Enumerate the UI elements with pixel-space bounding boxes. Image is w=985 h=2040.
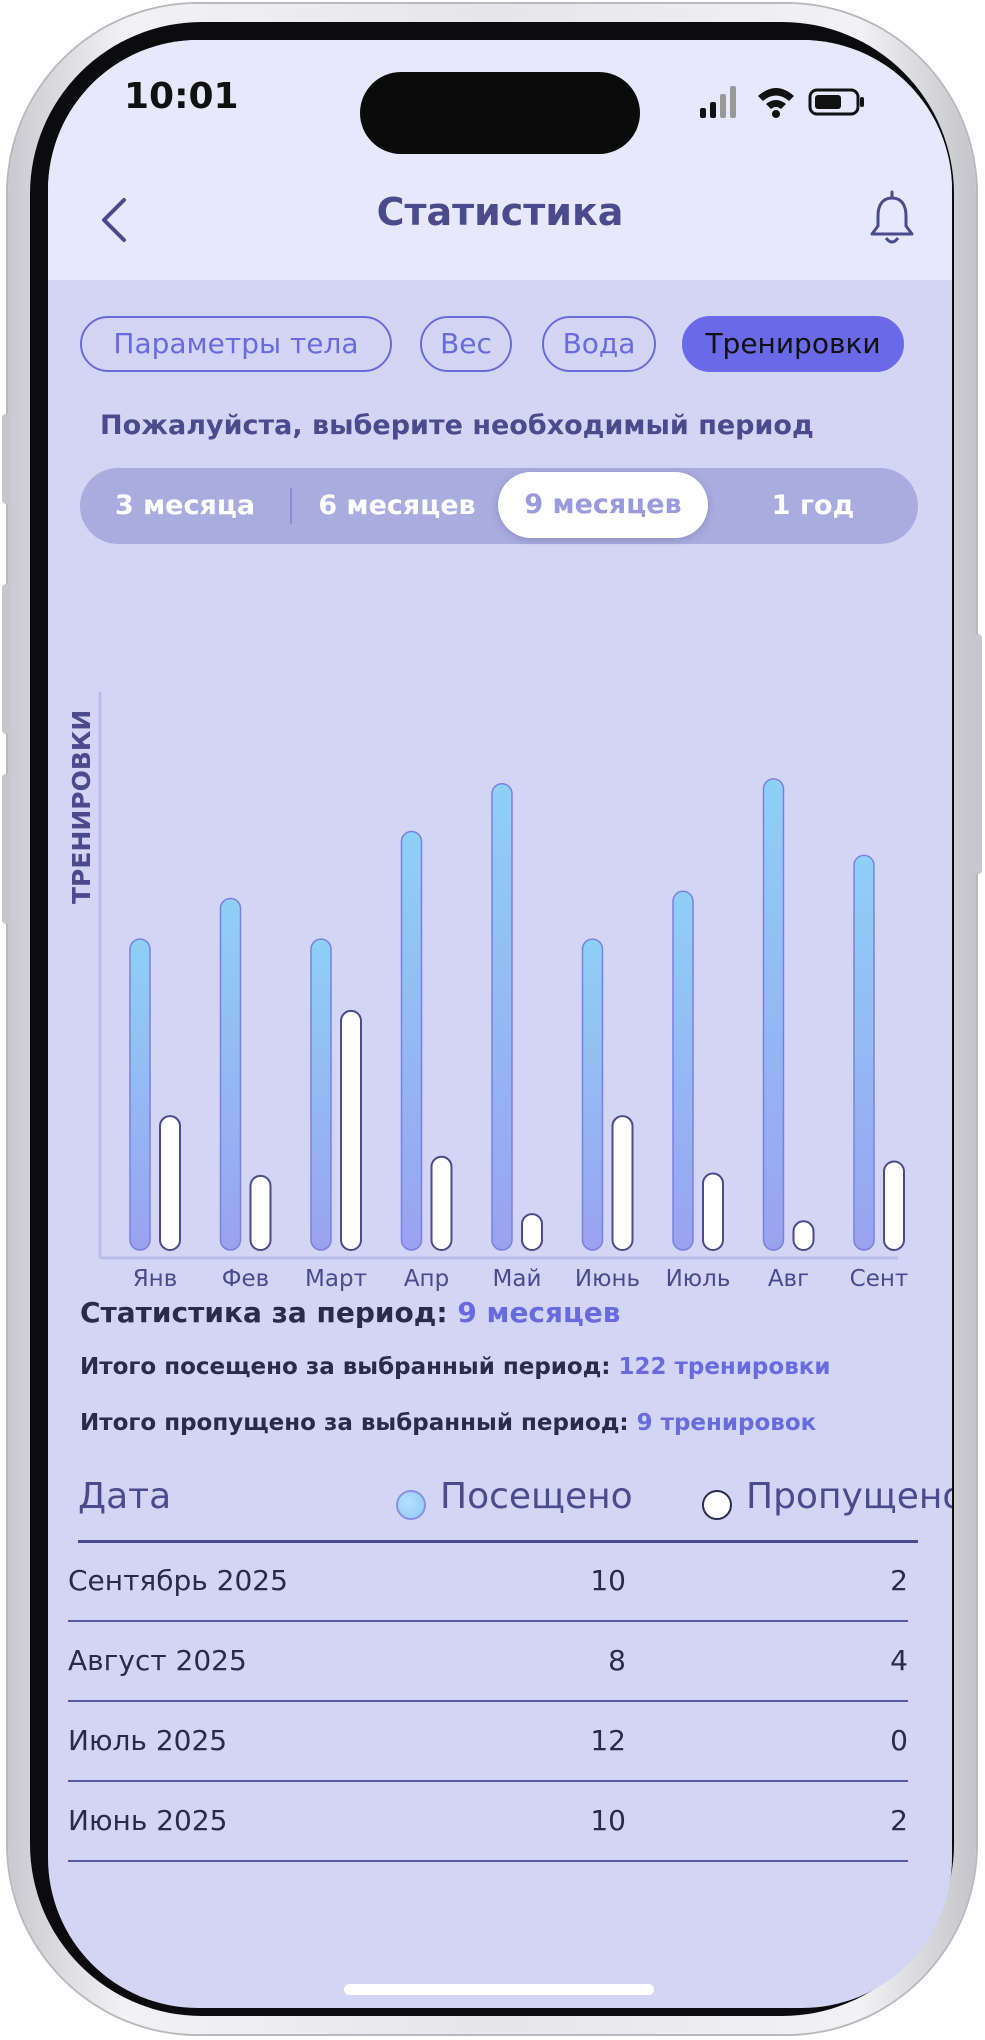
missed-bar-3 <box>430 1155 453 1252</box>
x-tick-label: Июль <box>666 1266 731 1292</box>
action-button <box>2 414 10 504</box>
summary-period: Статистика за период: 9 месяцев <box>80 1296 620 1329</box>
x-tick-label: Май <box>493 1266 542 1292</box>
volume-down-button <box>2 774 10 924</box>
missed-bar-7 <box>792 1220 815 1251</box>
app-header: 10:01 Статистика <box>48 40 952 280</box>
bars-group <box>129 778 905 1252</box>
missed-legend-icon <box>702 1490 732 1520</box>
header-missed: Пропущено <box>746 1476 952 1517</box>
missed-bar-1 <box>249 1174 272 1251</box>
table-row: Сентябрь 2025 10 2 <box>68 1542 908 1620</box>
summary-visited-label: Итого посещено за выбранный период: <box>80 1354 611 1380</box>
visited-legend-icon <box>396 1490 426 1520</box>
header-visited: Посещено <box>440 1476 633 1517</box>
period-1-year[interactable]: 1 год <box>708 468 918 544</box>
summary-missed-label: Итого пропущено за выбранный период: <box>80 1410 629 1436</box>
row-missed: 2 <box>890 1564 908 1597</box>
period-prompt: Пожалуйста, выберите необходимый период <box>100 410 814 441</box>
visited-bar-0 <box>129 938 151 1251</box>
table-header: Дата Посещено Пропущено <box>78 1476 952 1536</box>
missed-bar-5 <box>611 1115 634 1251</box>
row-visited: 10 <box>590 1804 626 1837</box>
summary-period-value: 9 месяцев <box>457 1296 621 1329</box>
x-tick-label: Сент <box>850 1266 909 1292</box>
table-row: Июль 2025 12 0 <box>68 1702 908 1780</box>
x-tick-label: Янв <box>133 1266 178 1292</box>
missed-bar-6 <box>702 1172 724 1252</box>
visited-bar-5 <box>581 938 604 1251</box>
wifi-icon <box>758 88 794 118</box>
visited-bar-6 <box>672 890 694 1251</box>
x-tick-label: Апр <box>404 1266 449 1292</box>
summary-period-label: Статистика за период: <box>80 1296 448 1329</box>
power-button <box>974 634 982 874</box>
x-tick-label: Фев <box>222 1266 270 1292</box>
period-6-months[interactable]: 6 месяцев <box>292 468 502 544</box>
header-date: Дата <box>78 1476 172 1517</box>
missed-bar-2 <box>340 1009 362 1251</box>
summary-visited: Итого посещено за выбранный период: 122 … <box>80 1354 830 1380</box>
period-3-months[interactable]: 3 месяца <box>80 468 290 544</box>
period-9-months[interactable]: 9 месяцев <box>498 472 708 538</box>
status-time: 10:01 <box>124 76 239 117</box>
status-icons <box>700 86 864 118</box>
visited-bar-2 <box>310 938 332 1251</box>
summary-missed: Итого пропущено за выбранный период: 9 т… <box>80 1410 816 1436</box>
screen: 10:01 Статистика Параметры тела Вес Вода… <box>48 40 952 2008</box>
row-missed: 2 <box>890 1804 908 1837</box>
x-tick-label: Июнь <box>575 1266 640 1292</box>
x-ticks-group: Янв Фев Март Апр Май Июнь Июль Авг Сент <box>133 1266 909 1292</box>
row-missed: 4 <box>890 1644 908 1677</box>
visited-bar-8 <box>853 854 875 1251</box>
bell-icon[interactable] <box>862 190 922 250</box>
row-date: Сентябрь 2025 <box>68 1564 288 1597</box>
x-tick-label: Авг <box>768 1266 809 1292</box>
home-indicator[interactable] <box>344 1984 654 1995</box>
visited-bar-4 <box>491 782 513 1251</box>
row-divider <box>68 1860 908 1862</box>
visited-bar-3 <box>400 830 423 1251</box>
tab-body-params[interactable]: Параметры тела <box>80 316 392 372</box>
row-visited: 8 <box>608 1644 626 1677</box>
page-title: Статистика <box>376 190 624 234</box>
visited-bar-1 <box>219 897 242 1251</box>
missed-bar-4 <box>521 1213 543 1251</box>
battery-icon <box>808 88 864 116</box>
row-visited: 10 <box>590 1564 626 1597</box>
row-date: Июль 2025 <box>68 1724 228 1757</box>
row-date: Июнь 2025 <box>68 1804 228 1837</box>
table-row: Август 2025 8 4 <box>68 1622 908 1700</box>
visited-bar-7 <box>762 778 785 1251</box>
table-row: Июнь 2025 10 2 <box>68 1782 908 1860</box>
period-selector: 3 месяца 6 месяцев 9 месяцев 1 год <box>80 468 918 544</box>
summary-missed-value: 9 тренировок <box>636 1410 817 1436</box>
row-date: Август 2025 <box>68 1644 247 1677</box>
trainings-chart: ТРЕНИРОВКИ Янв Фев Март Апр Май Июнь Июль Авг Се… <box>67 692 909 1292</box>
tab-water[interactable]: Вода <box>542 316 656 372</box>
row-missed: 0 <box>890 1724 908 1757</box>
dynamic-island <box>360 72 640 154</box>
missed-bar-8 <box>883 1160 905 1251</box>
volume-up-button <box>2 584 10 734</box>
missed-bar-0 <box>159 1115 181 1251</box>
phone-frame: 10:01 Статистика Параметры тела Вес Вода… <box>2 4 982 2034</box>
row-visited: 12 <box>590 1724 626 1757</box>
tab-trainings[interactable]: Тренировки <box>682 316 904 372</box>
signal-icon <box>700 86 736 118</box>
tab-weight[interactable]: Вес <box>420 316 512 372</box>
summary-visited-value: 122 тренировки <box>618 1354 831 1380</box>
category-tabs: Параметры тела Вес Вода Тренировки <box>48 316 952 372</box>
y-axis-label: ТРЕНИРОВКИ <box>67 710 96 904</box>
x-tick-label: Март <box>305 1266 367 1292</box>
